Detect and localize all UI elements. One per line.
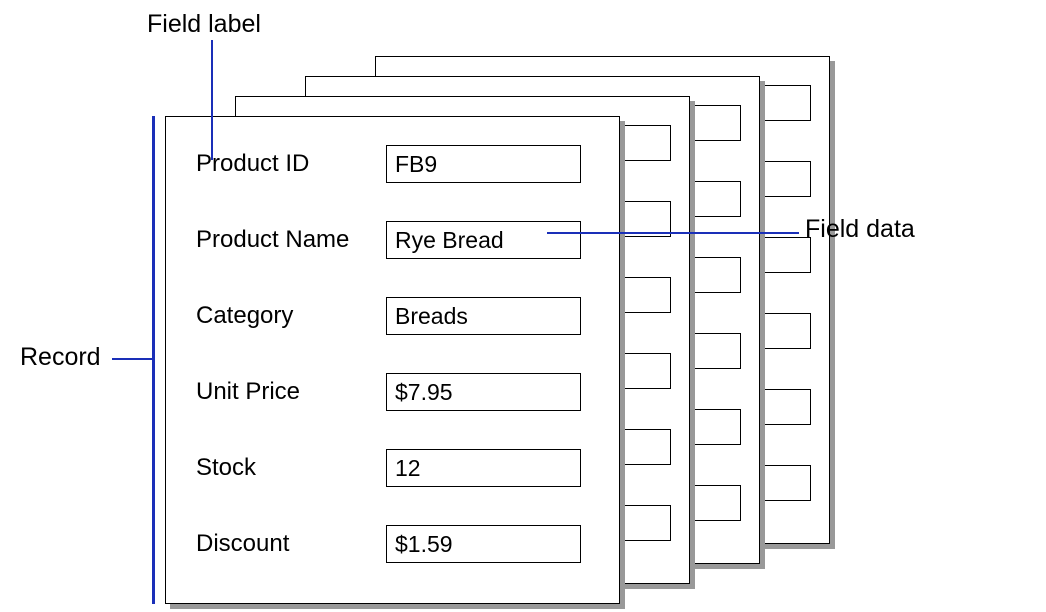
ghost-field-box bbox=[761, 85, 811, 121]
ghost-field-box bbox=[621, 125, 671, 161]
ghost-field-box bbox=[621, 505, 671, 541]
annotation-bracket-record bbox=[152, 116, 155, 604]
record-card-front: Product ID FB9 Product Name Rye Bread Ca… bbox=[165, 116, 620, 604]
ghost-field-column bbox=[621, 125, 671, 581]
field-row-category: Category Breads bbox=[196, 297, 599, 335]
field-label-category: Category bbox=[196, 302, 386, 330]
annotation-label-record: Record bbox=[20, 343, 101, 372]
ghost-field-column bbox=[761, 85, 811, 541]
field-data-product-name: Rye Bread bbox=[386, 221, 581, 259]
field-row-product-name: Product Name Rye Bread bbox=[196, 221, 599, 259]
ghost-field-box bbox=[621, 429, 671, 465]
ghost-field-box bbox=[761, 313, 811, 349]
ghost-field-column bbox=[691, 105, 741, 561]
field-row-unit-price: Unit Price $7.95 bbox=[196, 373, 599, 411]
field-label-product-name: Product Name bbox=[196, 226, 386, 254]
annotation-line-field-label bbox=[211, 40, 213, 160]
ghost-field-box bbox=[621, 353, 671, 389]
annotation-label-field-data: Field data bbox=[805, 215, 915, 244]
ghost-field-box bbox=[761, 237, 811, 273]
diagram-container: Product ID FB9 Product Name Rye Bread Ca… bbox=[0, 0, 1046, 612]
ghost-field-box bbox=[691, 409, 741, 445]
field-data-category: Breads bbox=[386, 297, 581, 335]
field-label-unit-price: Unit Price bbox=[196, 378, 386, 406]
field-label-product-id: Product ID bbox=[196, 150, 386, 178]
field-data-discount: $1.59 bbox=[386, 525, 581, 563]
ghost-field-box bbox=[621, 277, 671, 313]
ghost-field-box bbox=[691, 257, 741, 293]
field-label-discount: Discount bbox=[196, 530, 386, 558]
field-row-discount: Discount $1.59 bbox=[196, 525, 599, 563]
ghost-field-box bbox=[761, 389, 811, 425]
annotation-label-field-label: Field label bbox=[147, 10, 261, 39]
ghost-field-box bbox=[761, 161, 811, 197]
field-row-stock: Stock 12 bbox=[196, 449, 599, 487]
ghost-field-box bbox=[691, 333, 741, 369]
field-label-stock: Stock bbox=[196, 454, 386, 482]
annotation-line-field-data bbox=[547, 232, 799, 234]
ghost-field-box bbox=[691, 181, 741, 217]
ghost-field-box bbox=[691, 105, 741, 141]
ghost-field-box bbox=[691, 485, 741, 521]
field-data-product-id: FB9 bbox=[386, 145, 581, 183]
annotation-line-record bbox=[112, 358, 152, 360]
ghost-field-box bbox=[761, 465, 811, 501]
field-row-product-id: Product ID FB9 bbox=[196, 145, 599, 183]
field-data-stock: 12 bbox=[386, 449, 581, 487]
field-data-unit-price: $7.95 bbox=[386, 373, 581, 411]
